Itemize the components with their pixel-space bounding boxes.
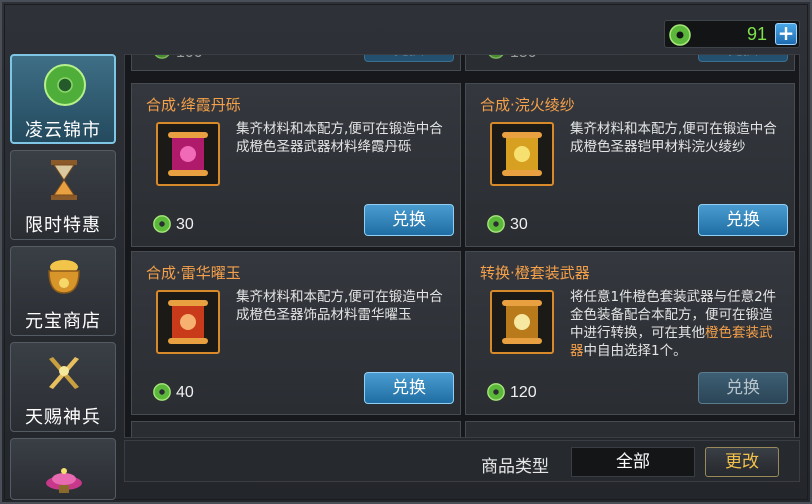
item-description: 集齐材料和本配方,便可在锻造中合成橙色圣器武器材料绛霞丹砾 <box>236 121 443 155</box>
change-filter-button[interactable]: 更改 <box>705 447 779 477</box>
price-value: 100 <box>176 55 203 62</box>
sidebar-item-divine-weapon[interactable]: 天赐神兵 <box>10 342 116 432</box>
shop-card: 合成·绛霞丹砾 集齐材料和本配方,便可在锻造中合成橙色圣器武器材料绛霞丹砾 30… <box>131 83 461 247</box>
sidebar-item-label: 元宝商店 <box>25 311 101 332</box>
item-description: 将任意1件橙色套装武器与任意2件金色装备配合本配方，便可在锻造中进行转换，可在其… <box>570 288 784 360</box>
jade-coin-icon <box>487 383 505 401</box>
recipe-scroll-icon[interactable] <box>490 122 554 186</box>
gold-pot-icon <box>48 260 80 294</box>
exchange-button[interactable]: 兑换 <box>698 55 788 62</box>
recipe-scroll-icon[interactable] <box>490 290 554 354</box>
filter-bar: 商品类型 全部 更改 <box>124 440 800 482</box>
jade-coin-icon <box>153 215 171 233</box>
category-sidebar: 凌云锦市 限时特惠 元宝商店 天赐神兵 <box>10 54 118 500</box>
jade-coin-icon <box>669 24 691 46</box>
recipe-scroll-icon[interactable] <box>156 290 220 354</box>
sidebar-item-lingyun-market[interactable]: 凌云锦市 <box>10 54 116 144</box>
exchange-button[interactable]: 兑换 <box>364 204 454 236</box>
jade-coin-icon <box>153 383 171 401</box>
jade-currency-display: 91 + <box>664 20 800 48</box>
shop-item-grid[interactable]: 100 兑换 150 兑换 合成·绛霞丹砾 集齐材料和本配方,便可在锻造中合成橙… <box>124 54 800 438</box>
item-title: 合成·绛霞丹砾 <box>146 96 241 114</box>
price-value: 150 <box>510 55 537 62</box>
item-type-select[interactable]: 全部 <box>571 447 695 477</box>
crossed-swords-icon <box>49 357 79 389</box>
jade-disc-icon <box>44 64 86 106</box>
hourglass-icon <box>51 160 77 200</box>
jade-coin-icon <box>487 215 505 233</box>
item-title: 合成·雷华曜玉 <box>146 264 241 282</box>
add-currency-button[interactable]: + <box>775 23 797 45</box>
price-value: 120 <box>510 384 537 401</box>
sidebar-item-label: 天赐神兵 <box>25 407 101 428</box>
exchange-button[interactable]: 兑换 <box>364 55 454 62</box>
sidebar-item-yuanbao-shop[interactable]: 元宝商店 <box>10 246 116 336</box>
item-title: 合成·浣火绫纱 <box>480 96 575 114</box>
recipe-scroll-icon[interactable] <box>156 122 220 186</box>
shop-card: 合成·浣火绫纱 集齐材料和本配方,便可在锻造中合成橙色圣器铠甲材料浣火绫纱 30… <box>465 83 795 247</box>
desc-text: 中自由选择1个。 <box>583 343 687 359</box>
exchange-button[interactable]: 兑换 <box>698 204 788 236</box>
item-description: 集齐材料和本配方,便可在锻造中合成橙色圣器铠甲材料浣火绫纱 <box>570 121 777 155</box>
sidebar-item-label: 限时特惠 <box>25 215 101 236</box>
shop-card: 合成·雷华曜玉 集齐材料和本配方,便可在锻造中合成橙色圣器饰品材料雷华曜玉 40… <box>131 251 461 415</box>
shop-card-partial: 150 兑换 <box>465 55 795 71</box>
shop-card-partial <box>465 421 795 437</box>
sidebar-item-label: 凌云锦市 <box>25 120 101 141</box>
shop-card: 转换·橙套装武器 将任意1件橙色套装武器与任意2件金色装备配合本配方，便可在锻造… <box>465 251 795 415</box>
filter-label: 商品类型 <box>481 457 549 477</box>
price-value: 40 <box>176 384 194 401</box>
sidebar-item-more[interactable] <box>10 438 116 500</box>
currency-amount: 91 <box>746 24 767 44</box>
shop-card-partial: 100 兑换 <box>131 55 461 71</box>
item-title: 转换·橙套装武器 <box>480 264 590 282</box>
lotus-lamp-icon <box>46 468 82 493</box>
item-description: 集齐材料和本配方,便可在锻造中合成橙色圣器饰品材料雷华曜玉 <box>236 289 443 323</box>
exchange-button[interactable]: 兑换 <box>698 372 788 404</box>
jade-coin-icon <box>488 55 504 59</box>
price-value: 30 <box>510 216 528 233</box>
sidebar-item-limited-offer[interactable]: 限时特惠 <box>10 150 116 240</box>
exchange-button[interactable]: 兑换 <box>364 372 454 404</box>
jade-coin-icon <box>154 55 170 59</box>
shop-card-partial <box>131 421 461 437</box>
price-value: 30 <box>176 216 194 233</box>
